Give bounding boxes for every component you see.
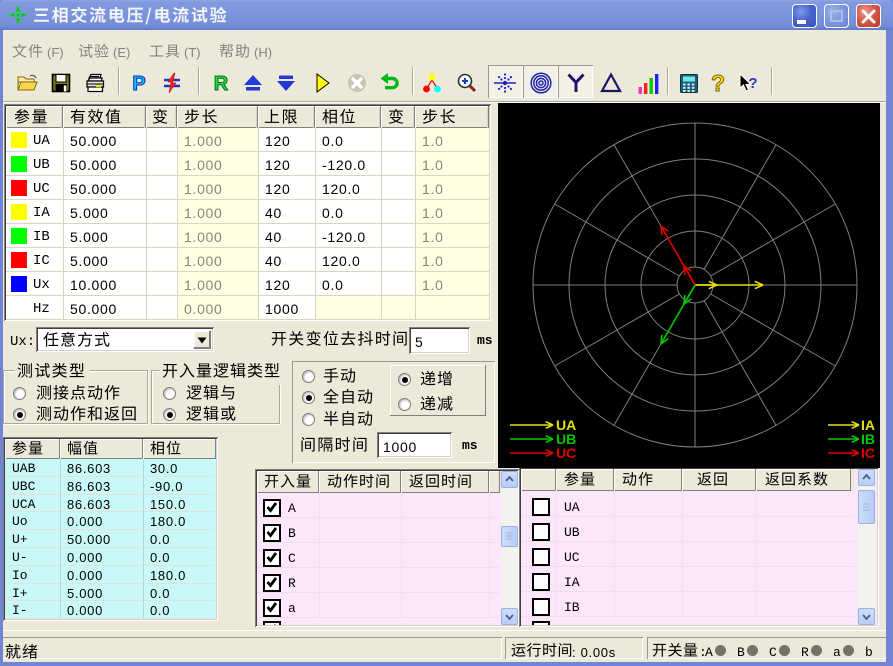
svg-text:IC: IC bbox=[861, 445, 875, 461]
svg-text:R: R bbox=[214, 73, 229, 94]
svg-text:UC: UC bbox=[556, 445, 576, 461]
svg-text:P: P bbox=[132, 73, 145, 94]
svg-text:?: ? bbox=[711, 72, 725, 94]
